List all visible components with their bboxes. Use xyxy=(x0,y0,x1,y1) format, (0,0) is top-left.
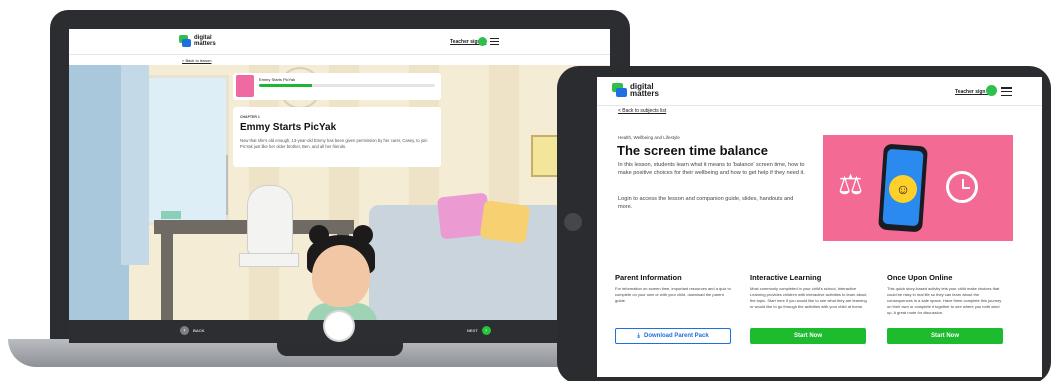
laptop-screen: digital matters Teacher sign in < Back t… xyxy=(69,29,610,343)
menu-icon[interactable] xyxy=(1001,87,1012,98)
logo-mark-icon xyxy=(179,35,191,47)
logo-mark-icon xyxy=(612,83,627,97)
chevron-right-icon: › xyxy=(481,326,491,335)
laptop-logo[interactable]: digital matters xyxy=(179,35,216,47)
progress-bar xyxy=(259,84,435,87)
user-icon[interactable] xyxy=(478,37,487,46)
column-title: Parent Information xyxy=(615,273,682,282)
back-to-subjects-link[interactable]: < Back to subjects list xyxy=(618,108,666,114)
chevron-left-icon: ‹ xyxy=(180,326,189,335)
subject-label: Health, Wellbeing and Lifestyle xyxy=(618,135,680,140)
device-mockup-stage: digital matters Teacher sign in < Back t… xyxy=(0,0,1051,381)
column-title: Interactive Learning xyxy=(750,273,822,282)
logo-line2: matters xyxy=(630,89,659,98)
laptop-header: digital matters Teacher sign in xyxy=(69,29,610,55)
download-parent-pack-button[interactable]: ⤓ Download Parent Pack xyxy=(615,328,731,344)
progress-bar-fill xyxy=(259,84,312,87)
bedroom-illustration xyxy=(69,65,610,320)
button-label: Download Parent Pack xyxy=(643,333,709,339)
logo-text: digital matters xyxy=(194,35,216,47)
button-label: Start Now xyxy=(930,333,959,339)
center-action-button[interactable] xyxy=(325,312,353,340)
desk-leg xyxy=(161,234,173,320)
logo-line2: matters xyxy=(194,41,216,47)
chapter-thumbnail xyxy=(236,75,254,97)
curtain xyxy=(69,65,129,320)
curtain xyxy=(121,65,149,265)
hero-image: ⚖ ☺ xyxy=(823,135,1013,241)
back-button[interactable]: ‹ BACK xyxy=(180,326,205,335)
column-body: Most commonly completed in your child's … xyxy=(750,286,867,309)
once-upon-online-column: Once Upon Online This quick story-based … xyxy=(887,273,1005,316)
book xyxy=(161,211,181,219)
interactive-learning-start-button[interactable]: Start Now xyxy=(750,328,866,344)
menu-icon[interactable] xyxy=(490,38,499,47)
column-body: This quick story-based activity lets you… xyxy=(887,286,1002,315)
clock-icon xyxy=(946,171,978,203)
yellow-pillow xyxy=(479,199,531,245)
chapter-body: Now that she's old enough, 13-year-old E… xyxy=(240,138,428,149)
next-button[interactable]: NEXT › xyxy=(467,326,491,335)
interactive-learning-column: Interactive Learning Most commonly compl… xyxy=(750,273,868,310)
column-title: Once Upon Online xyxy=(887,273,953,282)
lesson-description: In this lesson, students learn what it m… xyxy=(618,162,805,176)
emoji-icon: ☺ xyxy=(889,175,917,203)
back-to-lesson-link[interactable]: < Back to lesson xyxy=(182,58,211,63)
back-label: BACK xyxy=(193,328,205,333)
tablet-home-button xyxy=(564,213,582,231)
user-icon[interactable] xyxy=(986,85,997,96)
chapter-kicker: CHAPTER 1 xyxy=(240,115,260,119)
character-face xyxy=(312,245,370,307)
button-label: Start Now xyxy=(793,333,822,339)
header-divider xyxy=(597,105,1042,106)
tablet-screen: digital matters Teacher sign in < Back t… xyxy=(597,77,1042,377)
logo-text: digital matters xyxy=(630,83,659,98)
once-upon-online-start-button[interactable]: Start Now xyxy=(887,328,1003,344)
page-title: The screen time balance xyxy=(617,143,769,158)
progress-title: Emmy Starts PicYak xyxy=(259,77,296,82)
scale-icon: ⚖ xyxy=(838,169,864,200)
next-label: NEXT xyxy=(467,328,478,333)
column-body: For information on screen time, importan… xyxy=(615,286,731,303)
chair xyxy=(247,185,293,255)
download-icon: ⤓ xyxy=(637,332,640,339)
tablet-header: digital matters Teacher sign in xyxy=(597,77,1042,101)
login-prompt: Login to access the lesson and companion… xyxy=(618,196,794,210)
parent-info-column: Parent Information For information on sc… xyxy=(615,273,733,304)
chapter-title: Emmy Starts PicYak xyxy=(240,122,337,133)
chapter-card: CHAPTER 1 Emmy Starts PicYak Now that sh… xyxy=(233,107,441,167)
chair-seat xyxy=(239,253,299,267)
tablet-logo[interactable]: digital matters xyxy=(612,83,659,98)
